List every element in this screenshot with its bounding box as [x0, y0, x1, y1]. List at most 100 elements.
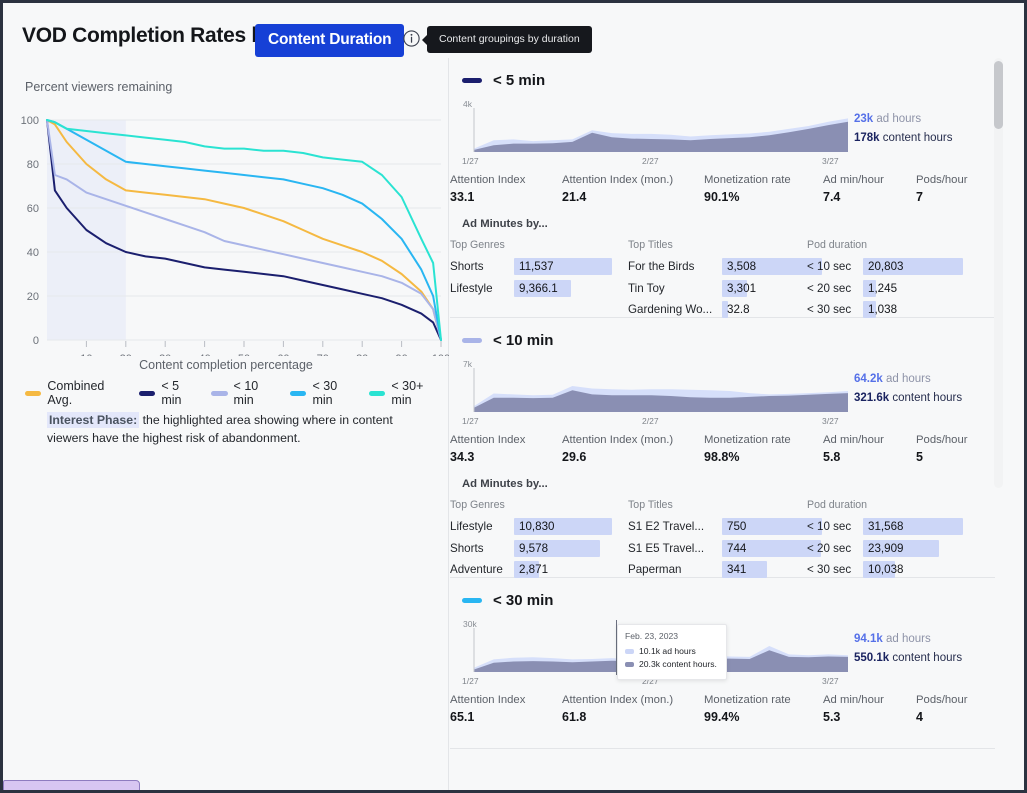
- breakdown-row-name: S1 E2 Travel...: [628, 520, 716, 533]
- breakdown-row[interactable]: Lifestyle9,366.1: [450, 280, 505, 302]
- breakdown-row-name: Shorts: [450, 260, 508, 273]
- sparkline-chart[interactable]: [462, 100, 850, 155]
- legend-item-3[interactable]: < 30 min: [290, 379, 359, 407]
- metric-label: Attention Index: [450, 174, 525, 186]
- card-title: < 5 min: [493, 72, 545, 89]
- breakdown-row-name: < 30 sec: [807, 563, 857, 576]
- breakdown-row[interactable]: Lifestyle10,830: [450, 518, 505, 540]
- svg-text:10: 10: [80, 353, 92, 356]
- metric-label: Attention Index: [450, 694, 525, 706]
- breakdown-row-value: 3,508: [727, 260, 756, 273]
- metric: Attention Index 65.1: [450, 694, 525, 724]
- breakdown-row[interactable]: < 10 sec31,568: [807, 518, 867, 540]
- breakdown-row-value: 341: [727, 563, 746, 576]
- breakdown-row-name: < 10 sec: [807, 260, 857, 273]
- legend-label: < 30 min: [312, 379, 359, 407]
- breakdown-row[interactable]: Shorts11,537: [450, 258, 505, 280]
- breakdown-column-header: Top Titles: [628, 499, 673, 511]
- completion-line-chart[interactable]: 020406080100102030405060708090100: [3, 94, 449, 356]
- breakdown-row-value: 750: [727, 520, 746, 533]
- metric: Ad min/hour5.3: [823, 694, 884, 724]
- metric-label: Attention Index (mon.): [562, 174, 673, 186]
- breakdown-row-value: 32.8: [727, 303, 750, 316]
- duration-card: < 10 min7k1/272/273/2764.2k ad hours321.…: [450, 318, 995, 578]
- legend-item-0[interactable]: Combined Avg.: [25, 379, 129, 407]
- svg-text:100: 100: [432, 353, 449, 356]
- metric-label: Monetization rate: [704, 174, 791, 186]
- tooltip-text: 20.3k content hours.: [639, 658, 717, 671]
- breakdown-row[interactable]: < 20 sec1,245: [807, 280, 867, 302]
- sparkline-date-tick: 2/27: [642, 416, 659, 426]
- breakdown-row-name: < 20 sec: [807, 282, 857, 295]
- legend-item-4[interactable]: < 30+ min: [369, 379, 445, 407]
- card-header: < 30 min: [450, 592, 995, 609]
- metric-label: Pods/hour: [916, 174, 968, 186]
- breakdown-column: Pod duration < 10 sec31,568< 20 sec23,909…: [807, 499, 867, 583]
- metric-label: Attention Index: [450, 434, 525, 446]
- breakdown-column-header: Pod duration: [807, 239, 867, 251]
- ad-hours-value: 23k: [854, 113, 873, 125]
- breakdown-column: Top GenresShorts11,537Lifestyle9,366.1: [450, 239, 505, 301]
- legend-swatch-icon: [290, 391, 306, 396]
- sparkline-row: 30k1/272/273/2794.1k ad hours550.1k cont…: [450, 620, 995, 688]
- breakdown-row[interactable]: S1 E5 Travel...744: [628, 540, 673, 562]
- svg-text:70: 70: [317, 353, 329, 356]
- card-metrics: Attention Index 33.1 Attention Index (mon.…: [450, 174, 995, 216]
- tooltip-row: 20.3k content hours.: [625, 658, 719, 671]
- metric-label: Ad min/hour: [823, 174, 884, 186]
- svg-text:40: 40: [27, 247, 39, 259]
- svg-text:20: 20: [27, 291, 39, 303]
- duration-cards-panel[interactable]: < 5 min4k1/272/273/2723k ad hours178k co…: [450, 58, 1024, 790]
- legend-item-1[interactable]: < 5 min: [139, 379, 201, 407]
- content-duration-pill-button[interactable]: Content Duration: [255, 24, 404, 57]
- duration-card: < 30 min30k1/272/273/2794.1k ad hours550…: [450, 578, 995, 749]
- breakdown-row-value: 3,301: [727, 282, 756, 295]
- breakdown-row-value: 1,245: [868, 282, 897, 295]
- metric-value: 21.4: [562, 190, 673, 204]
- breakdown-row-value: 31,568: [868, 520, 903, 533]
- sparkline-chart[interactable]: [462, 360, 850, 415]
- content-hours-total: 321.6k content hours: [854, 389, 962, 408]
- card-header: < 10 min: [450, 332, 995, 349]
- cards-scrollbar-thumb[interactable]: [994, 61, 1003, 129]
- bottom-left-widget[interactable]: [3, 780, 140, 790]
- metric-value: 98.8%: [704, 450, 791, 464]
- chart-x-axis-label: Content completion percentage: [3, 358, 449, 372]
- completion-curve-panel: Percent viewers remaining 02040608010010…: [3, 58, 449, 790]
- breakdown-row[interactable]: Tin Toy3,301: [628, 280, 673, 302]
- breakdown-row-value: 23,909: [868, 542, 903, 555]
- metric-label: Attention Index (mon.): [562, 694, 673, 706]
- legend-item-2[interactable]: < 10 min: [211, 379, 280, 407]
- metric: Ad min/hour5.8: [823, 434, 884, 464]
- metric-value: 90.1%: [704, 190, 791, 204]
- breakdown-column-header: Top Genres: [450, 499, 505, 511]
- sparkline-date-tick: 3/27: [822, 676, 839, 686]
- card-swatch-icon: [462, 78, 482, 83]
- metric-label: Ad min/hour: [823, 434, 884, 446]
- metric-label: Pods/hour: [916, 434, 968, 446]
- breakdown-row-name: For the Birds: [628, 260, 716, 273]
- svg-text:80: 80: [356, 353, 368, 356]
- breakdown-row[interactable]: Shorts9,578: [450, 540, 505, 562]
- legend-swatch-icon: [139, 391, 155, 396]
- breakdown-row[interactable]: < 20 sec23,909: [807, 540, 867, 562]
- breakdown-column-header: Pod duration: [807, 499, 867, 511]
- duration-cards-list: < 5 min4k1/272/273/2723k ad hours178k co…: [450, 58, 1024, 749]
- legend-swatch-icon: [25, 391, 41, 396]
- info-circle-icon[interactable]: [403, 30, 420, 47]
- ad-minutes-breakdown: Top GenresShorts11,537Lifestyle9,366.1To…: [450, 239, 995, 305]
- metric-value: 33.1: [450, 190, 525, 204]
- breakdown-row[interactable]: < 10 sec20,803: [807, 258, 867, 280]
- breakdown-row[interactable]: S1 E2 Travel...750: [628, 518, 673, 540]
- metric-value: 65.1: [450, 710, 525, 724]
- sparkline-y-max-label: 4k: [463, 99, 472, 109]
- metric: Monetization rate99.4%: [704, 694, 791, 724]
- metric-value: 4: [916, 710, 968, 724]
- content-hours-value: 550.1k: [854, 652, 889, 664]
- ad-hours-total: 94.1k ad hours: [854, 630, 962, 649]
- breakdown-row[interactable]: For the Birds3,508: [628, 258, 673, 280]
- breakdown-column: Top TitlesFor the Birds3,508Tin Toy3,301…: [628, 239, 673, 323]
- metric-value: 7.4: [823, 190, 884, 204]
- tooltip-date: Feb. 23, 2023: [625, 631, 719, 641]
- ad-hours-value: 94.1k: [854, 633, 883, 645]
